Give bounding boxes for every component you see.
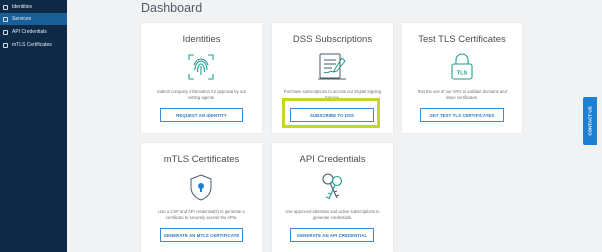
card-title: API Credentials (299, 154, 366, 165)
shield-lock-icon (190, 174, 212, 201)
sidebar-item-label: Identities (12, 4, 33, 10)
api-credentials-card: API Credentials Use approved identities … (272, 143, 393, 252)
sidebar-item-label: mTLS Certificates (12, 42, 52, 48)
identities-card: Identities Submit company information fo… (141, 23, 262, 133)
generate-api-credential-button[interactable]: GENERATE AN API CREDENTIAL (290, 228, 374, 242)
sidebar-item-identities[interactable]: Identities (0, 1, 67, 13)
contact-us-label: CONTACT US (587, 106, 593, 136)
card-title: mTLS Certificates (163, 154, 240, 165)
generate-mtls-certificate-button[interactable]: GENERATE AN MTLS CERTIFICATE (160, 228, 243, 242)
card-description: Use a CSP and API credential(s) to gener… (158, 209, 245, 220)
sidebar-item-label: Services (12, 16, 32, 22)
highlight-annotation (282, 98, 380, 128)
sidebar-item-label: API Credentials (12, 29, 47, 35)
test-tls-certificates-card: Test TLS Certificates TLS Test the use o… (402, 23, 522, 133)
identities-nav-icon (3, 4, 8, 10)
get-test-tls-certificates-button[interactable]: GET TEST TLS CERTIFICATES (420, 108, 504, 122)
sidebar-item-api-credentials[interactable]: API Credentials (0, 26, 67, 38)
page-title: Dashboard (141, 1, 203, 15)
card-description: Test the use of our APIs to validate dom… (417, 89, 507, 100)
document-signing-icon (318, 53, 346, 80)
tls-lock-icon: TLS (451, 53, 473, 80)
card-title: DSS Subscriptions (292, 34, 373, 45)
card-title: Identities (182, 34, 221, 45)
sidebar-item-mtls-certificates[interactable]: mTLS Certificates (0, 39, 67, 51)
card-description: Use approved identities and active subsc… (285, 209, 380, 220)
tls-badge-text: TLS (457, 71, 468, 77)
mtls-nav-icon (3, 42, 8, 48)
sidebar-item-services[interactable]: Services (0, 13, 67, 25)
contact-us-tab[interactable]: CONTACT US (583, 97, 597, 145)
services-nav-icon (3, 16, 8, 22)
api-credentials-nav-icon (3, 29, 8, 35)
card-title: Test TLS Certificates (418, 34, 506, 45)
card-description: Submit company information for approval … (156, 89, 247, 100)
sidebar: Identities Services API Credentials mTLS… (0, 0, 67, 252)
fingerprint-icon (188, 54, 214, 80)
request-identity-button[interactable]: REQUEST AN IDENTITY (160, 108, 243, 122)
mtls-certificates-card: mTLS Certificates Use a CSP and API cred… (141, 143, 262, 252)
keys-icon (322, 173, 343, 200)
